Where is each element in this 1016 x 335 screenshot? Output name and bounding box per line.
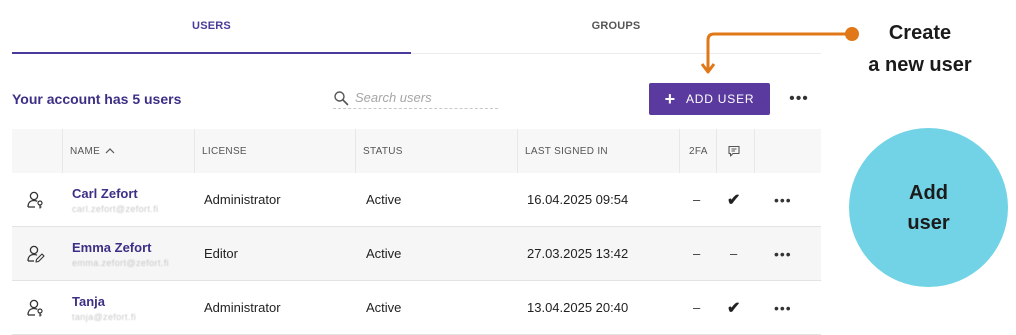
- user-key-icon: [27, 299, 43, 316]
- column-header-status[interactable]: STATUS: [363, 129, 403, 173]
- column-header-license[interactable]: LICENSE: [202, 129, 247, 173]
- column-header-last-signed-in[interactable]: LAST SIGNED IN: [525, 129, 608, 173]
- search-icon: [334, 91, 349, 106]
- user-name-cell: Carl Zefort carl.zefort@zefort.fi: [72, 173, 159, 226]
- last-signed-in-cell: 16.04.2025 09:54: [527, 192, 629, 207]
- user-name-cell: Emma Zefort emma.zefort@zefort.fi: [72, 227, 169, 280]
- last-signed-in-cell: 13.04.2025 20:40: [527, 300, 629, 315]
- tab-users-label: USERS: [192, 20, 231, 32]
- table-row[interactable]: Carl Zefort carl.zefort@zefort.fi Admini…: [12, 173, 821, 227]
- row-more-button[interactable]: •••: [774, 227, 792, 280]
- add-user-callout: Add user: [849, 128, 1008, 287]
- user-name[interactable]: Emma Zefort: [72, 240, 151, 255]
- more-actions-button[interactable]: •••: [783, 88, 815, 110]
- search-box[interactable]: [333, 88, 498, 109]
- table-row[interactable]: Tanja tanja@zefort.fi Administrator Acti…: [12, 281, 821, 335]
- annotation-line-2: a new user: [868, 54, 972, 76]
- tab-users[interactable]: USERS: [12, 0, 411, 52]
- user-email: emma.zefort@zefort.fi: [72, 257, 170, 268]
- table-header: NAME LICENSE STATUS LAST SIGNED IN 2FA: [12, 129, 821, 174]
- license-cell: Editor: [204, 246, 238, 261]
- license-cell: Administrator: [204, 192, 281, 207]
- table-row[interactable]: Emma Zefort emma.zefort@zefort.fi Editor…: [12, 227, 821, 281]
- two-fa-cell: –: [693, 192, 701, 207]
- annotation-arrow-icon: [700, 27, 859, 74]
- last-signed-in-cell: 27.03.2025 13:42: [527, 246, 629, 261]
- user-key-icon: [27, 191, 43, 208]
- user-icon-cell: [26, 227, 46, 280]
- user-icon-cell: [26, 281, 46, 334]
- license-cell: Administrator: [204, 300, 281, 315]
- chat-cell: –: [730, 246, 738, 261]
- tab-users-underline: [12, 52, 411, 54]
- chat-icon: [728, 145, 740, 157]
- create-user-annotation: Create a new user: [860, 17, 980, 81]
- two-fa-cell: –: [693, 300, 701, 315]
- account-summary: Your account has 5 users: [12, 91, 182, 107]
- column-header-2fa[interactable]: 2FA: [689, 129, 708, 173]
- user-name-cell: Tanja tanja@zefort.fi: [72, 281, 136, 334]
- plus-icon: +: [664, 89, 676, 109]
- add-user-label: ADD USER: [685, 92, 755, 106]
- status-cell: Active: [366, 246, 402, 261]
- tab-groups-label: GROUPS: [591, 20, 641, 32]
- user-email: carl.zefort@zefort.fi: [72, 203, 159, 214]
- user-email: tanja@zefort.fi: [72, 311, 137, 322]
- row-more-button[interactable]: •••: [774, 173, 792, 226]
- more-icon: •••: [789, 90, 809, 107]
- callout-line-1: Add: [909, 181, 948, 204]
- column-header-name[interactable]: NAME: [70, 129, 115, 173]
- column-header-chat[interactable]: [727, 129, 741, 173]
- check-icon: ✔: [727, 191, 741, 209]
- annotation-line-1: Create: [888, 22, 952, 44]
- user-icon-cell: [26, 173, 46, 226]
- user-name[interactable]: Tanja: [72, 294, 105, 309]
- callout-line-2: user: [907, 211, 950, 234]
- user-name[interactable]: Carl Zefort: [72, 186, 138, 201]
- column-header-name-label: NAME: [70, 145, 101, 157]
- two-fa-cell: –: [693, 246, 701, 261]
- sort-ascending-icon: [105, 148, 115, 154]
- status-cell: Active: [366, 300, 402, 315]
- status-cell: Active: [366, 192, 402, 207]
- row-more-button[interactable]: •••: [774, 281, 792, 334]
- user-edit-icon: [27, 245, 45, 263]
- add-user-button[interactable]: + ADD USER: [649, 83, 770, 115]
- check-icon: ✔: [727, 299, 741, 317]
- search-input[interactable]: [355, 88, 495, 106]
